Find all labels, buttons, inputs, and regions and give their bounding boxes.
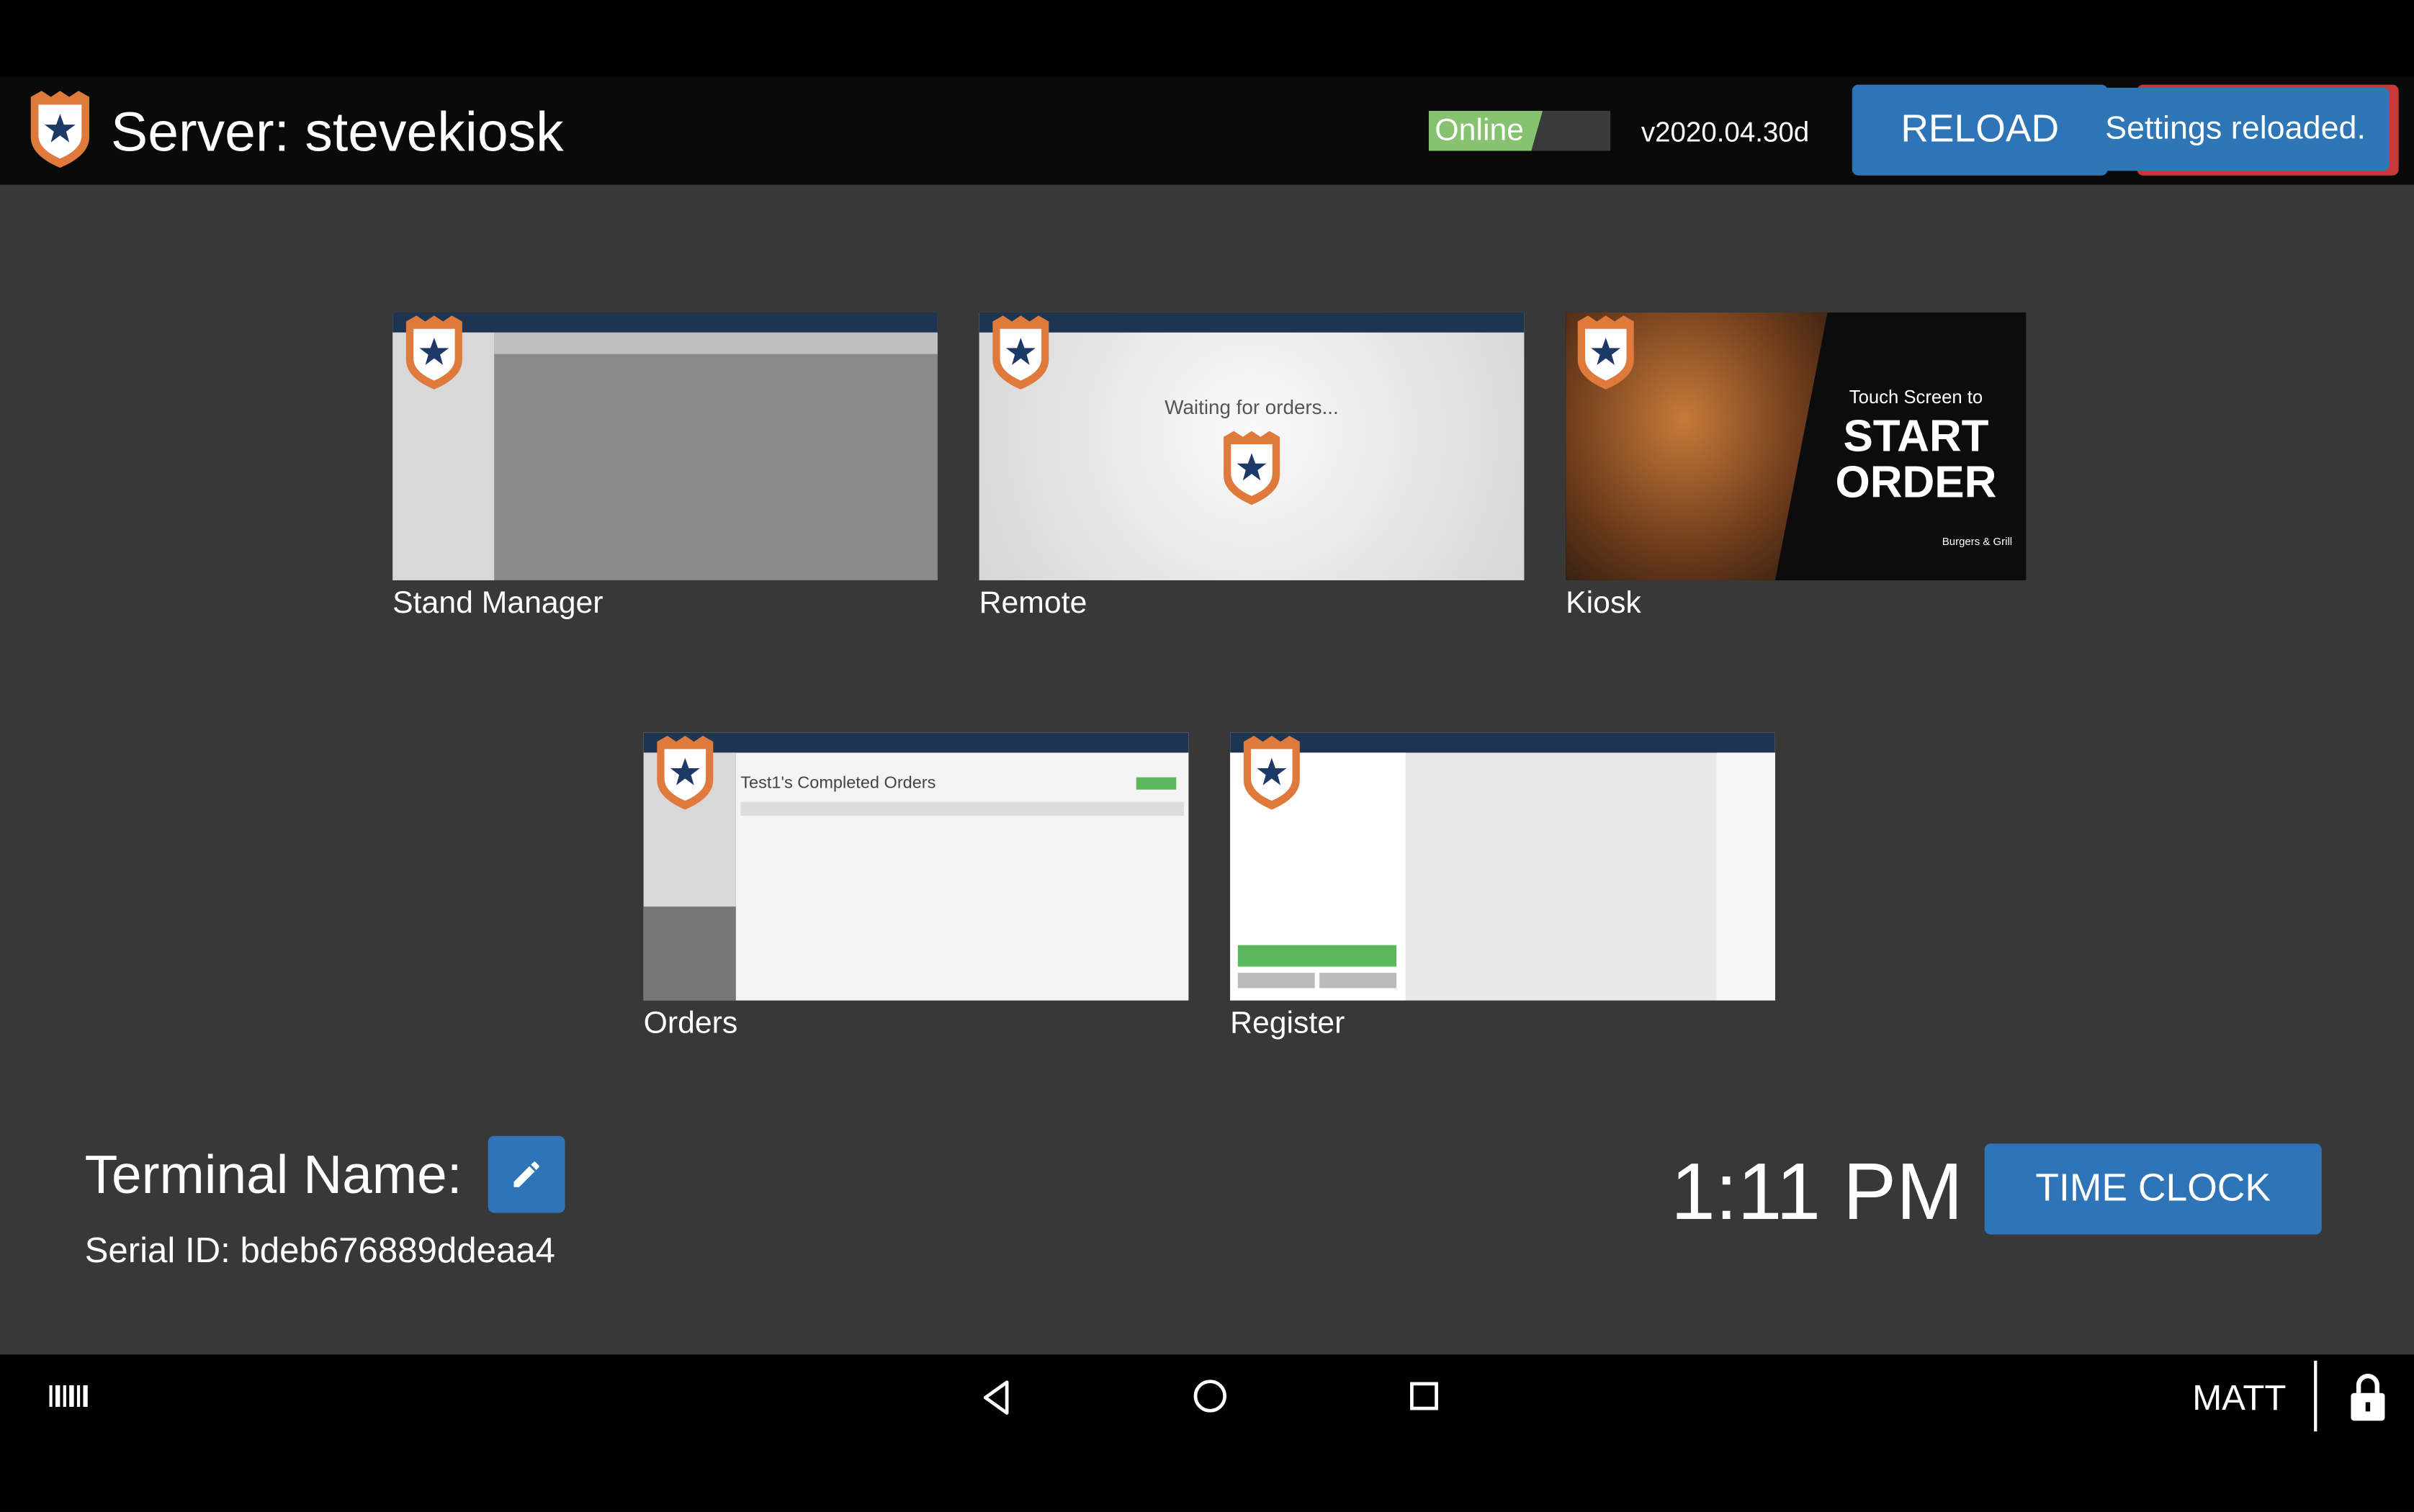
remote-preview-text: Waiting for orders... [1165,395,1339,419]
pencil-icon [513,1161,539,1187]
shield-icon [657,735,714,810]
version-label: v2020.04.30d [1641,117,1810,148]
online-status-text: Online [1435,114,1525,148]
reload-button[interactable]: RELOAD [1852,84,2108,176]
lock-icon[interactable] [2348,1372,2388,1424]
shield-icon [992,315,1049,390]
app-label-orders: Orders [643,1007,738,1041]
terminal-name-label: Terminal Name: [84,1145,462,1205]
app-label-stand-manager: Stand Manager [392,586,604,621]
divider [2314,1360,2317,1432]
app-label-register: Register [1230,1007,1345,1041]
serial-id: Serial ID: bdeb676889ddeaa4 [84,1230,555,1270]
shield-icon [1243,735,1300,810]
app-tile-register[interactable] [1230,732,1775,1001]
online-status-badge: Online [1428,110,1611,151]
edit-terminal-name-button[interactable] [488,1135,565,1213]
app-label-kiosk: Kiosk [1566,586,1641,621]
shield-icon [405,315,462,390]
user-name: MATT [2192,1377,2287,1418]
kiosk-preview-line3: ORDER [1835,459,1997,508]
back-icon[interactable] [981,1379,1012,1416]
app-label-remote: Remote [979,586,1087,621]
settings-reloaded-toast: Settings reloaded. [2081,87,2390,171]
status-bar [0,0,2414,77]
kiosk-preview-brand: Burgers & Grill [1942,537,2013,549]
kiosk-preview-line1: Touch Screen to [1849,386,1983,408]
shield-icon [1224,431,1280,505]
barcode-icon[interactable] [49,1385,88,1407]
shield-icon [1577,315,1634,390]
time-clock-button[interactable]: TIME CLOCK [1984,1143,2322,1235]
recents-icon[interactable] [1409,1381,1440,1412]
current-time: 1:11 PM [1670,1148,1963,1238]
app-tile-orders[interactable]: Test1's Completed Orders [643,732,1189,1001]
home-icon[interactable] [1192,1377,1229,1414]
app-tile-stand-manager[interactable] [392,312,938,580]
page-title: Server: stevekiosk [110,99,564,163]
orders-preview-title: Test1's Completed Orders [740,774,936,793]
logo-shield-icon [30,91,89,168]
kiosk-preview-line2: START [1843,412,1989,462]
